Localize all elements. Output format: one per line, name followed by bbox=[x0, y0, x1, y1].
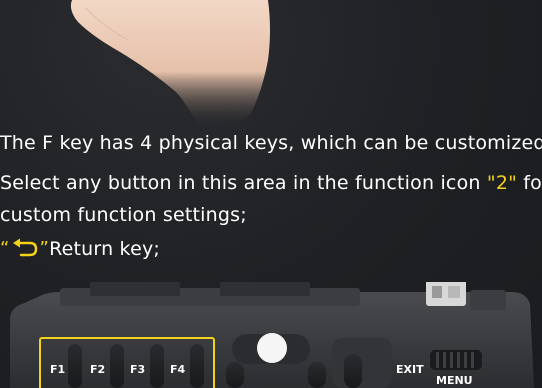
open-quote: “ bbox=[0, 238, 10, 259]
instruction-line-3: custom function settings; bbox=[0, 204, 247, 226]
f3-key[interactable]: F3 bbox=[130, 363, 145, 376]
return-key-label: Return key; bbox=[49, 238, 161, 260]
menu-button[interactable]: MENU bbox=[436, 374, 473, 387]
instruction-line-1: The F key has 4 physical keys, which can… bbox=[0, 132, 542, 154]
f4-key[interactable]: F4 bbox=[170, 363, 185, 376]
instruction-line-2-tail: for bbox=[523, 172, 542, 194]
f2-key[interactable]: F2 bbox=[90, 363, 105, 376]
instruction-line-2: Select any button in this area in the fu… bbox=[0, 171, 542, 195]
f-key-area-highlight bbox=[39, 337, 215, 388]
hand-illustration bbox=[70, 0, 270, 130]
close-quote: ” bbox=[39, 238, 50, 259]
return-arrow-icon bbox=[12, 238, 37, 257]
instruction-line-4: “ ” Return key; bbox=[0, 237, 160, 261]
f1-key[interactable]: F1 bbox=[50, 363, 65, 376]
exit-button[interactable]: EXIT bbox=[396, 363, 424, 376]
function-icon-number: "2" bbox=[486, 172, 518, 194]
instruction-line-2-text: Select any button in this area in the fu… bbox=[0, 172, 487, 194]
